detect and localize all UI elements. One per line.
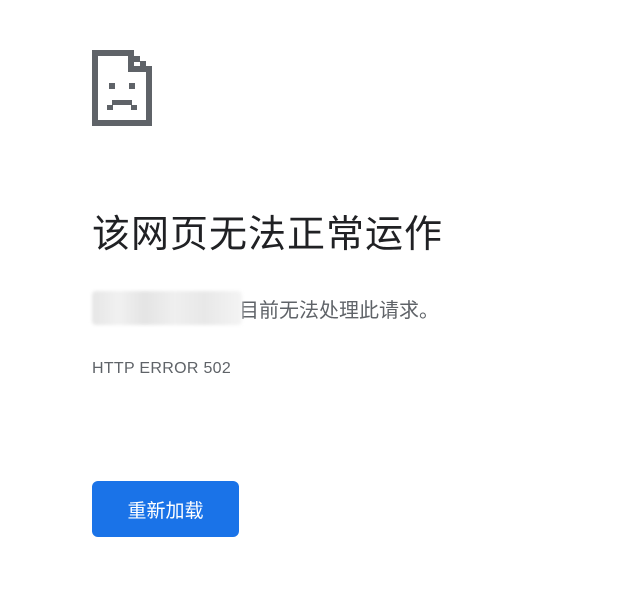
error-page: 该网页无法正常运作 目前无法处理此请求。 HTTP ERROR 502 重新加载 <box>0 0 633 594</box>
sad-page-icon <box>92 50 152 126</box>
reload-button[interactable]: 重新加载 <box>92 481 239 537</box>
blurred-hostname <box>92 291 242 325</box>
error-title: 该网页无法正常运作 <box>92 212 444 256</box>
error-description-text: 目前无法处理此请求。 <box>239 297 439 322</box>
error-code: HTTP ERROR 502 <box>92 360 232 377</box>
error-description: 目前无法处理此请求。 <box>92 290 439 326</box>
